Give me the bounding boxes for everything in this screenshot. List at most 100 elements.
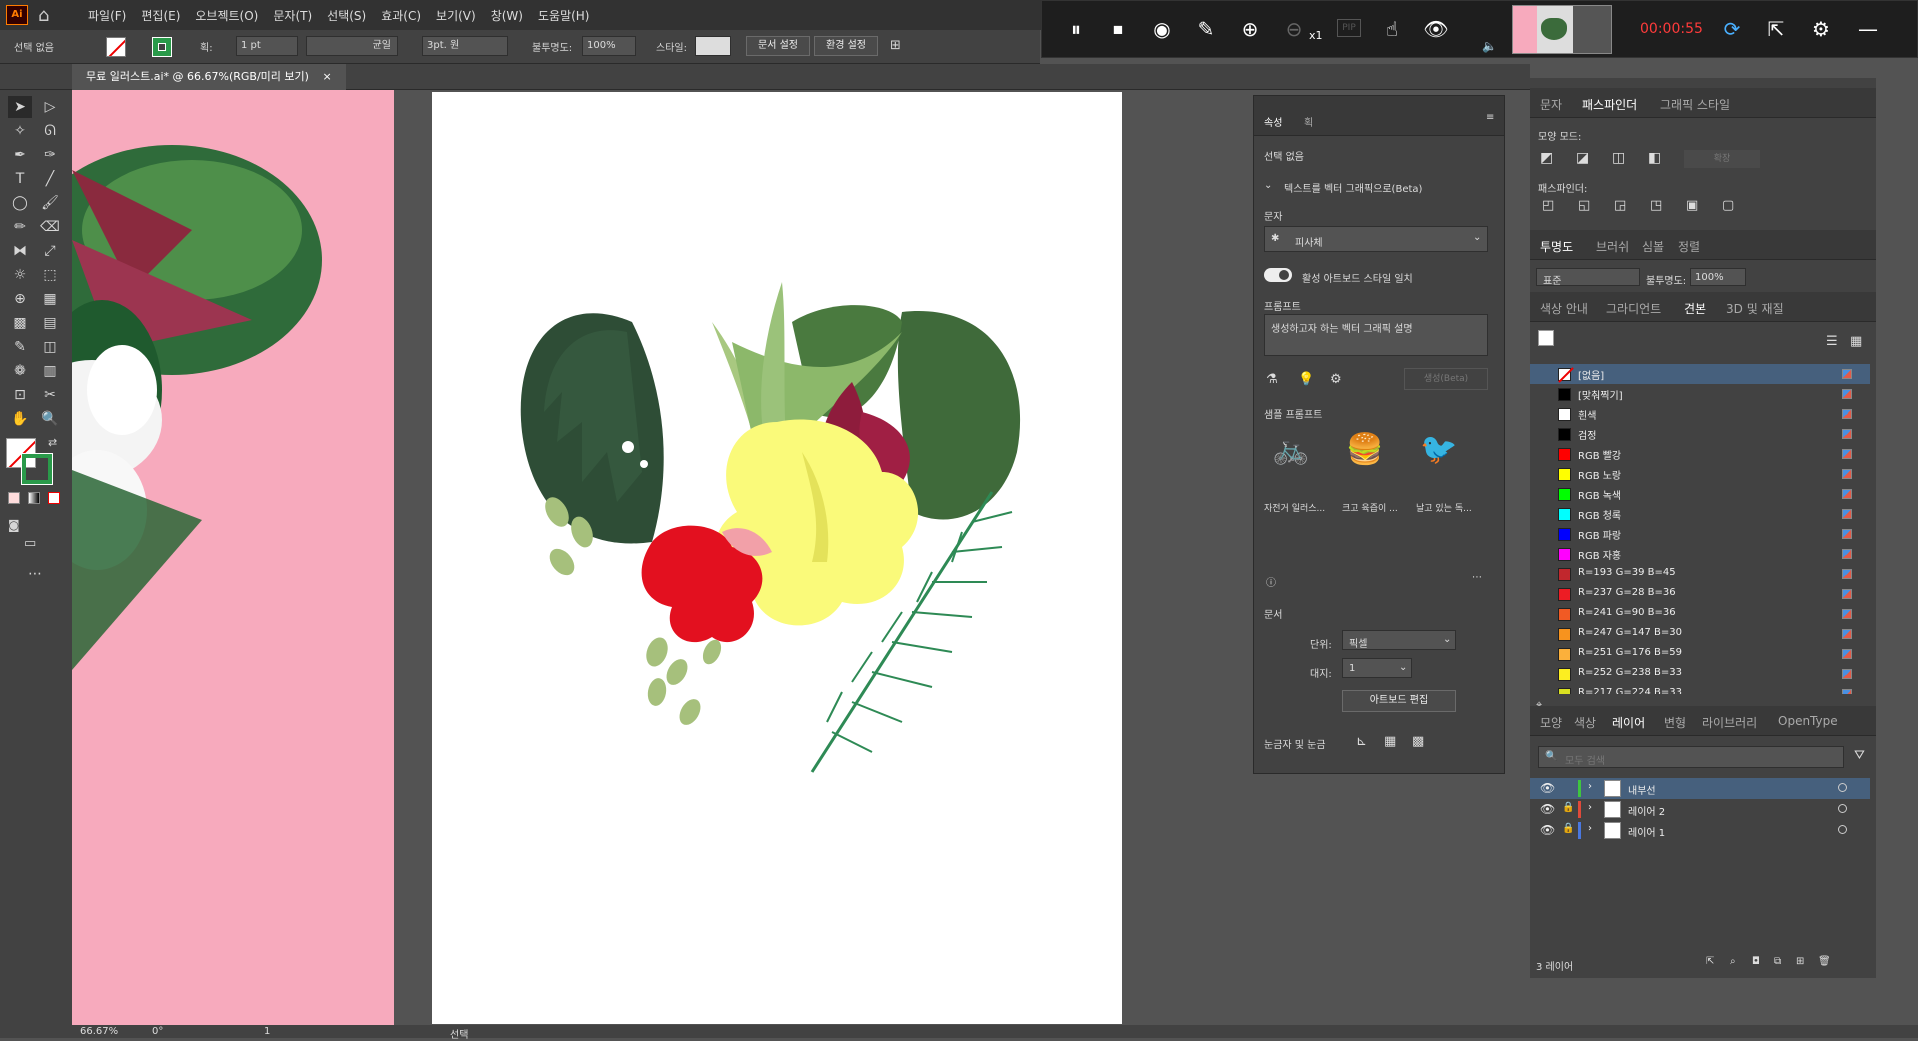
eraser-tool-icon[interactable]: ⌫ xyxy=(38,216,62,238)
eye-icon[interactable]: 👁 xyxy=(1540,823,1555,837)
artboard-select[interactable]: 1 ⌄ xyxy=(1342,658,1412,678)
line-tool-icon[interactable]: ╱ xyxy=(38,168,62,190)
target-circle-icon[interactable] xyxy=(1838,804,1847,813)
rotation[interactable]: 0° xyxy=(152,1026,163,1037)
swatch-row[interactable]: R=193 G=39 B=45 xyxy=(1530,564,1870,584)
ruler-icon[interactable]: ⊾ xyxy=(1356,734,1367,749)
fill-swatch[interactable] xyxy=(106,37,126,57)
prompt-input[interactable]: 생성하고자 하는 벡터 그래픽 설명 xyxy=(1264,314,1488,356)
unit-select[interactable]: 픽셀 ⌄ xyxy=(1342,630,1456,650)
expand-arrow-icon[interactable]: › xyxy=(1588,823,1592,834)
target-circle-icon[interactable] xyxy=(1838,783,1847,792)
none-mode-icon[interactable] xyxy=(48,492,60,504)
stop-icon[interactable]: ⏹ xyxy=(1104,15,1132,43)
tab-properties[interactable]: 속성 xyxy=(1264,114,1282,129)
pip-button[interactable]: PIP xyxy=(1337,19,1361,37)
menu-edit[interactable]: 편집(E) xyxy=(141,7,180,24)
tab-transparency[interactable]: 투명도 xyxy=(1540,238,1573,255)
direct-selection-tool-icon[interactable]: ▷ xyxy=(38,96,62,118)
menu-type[interactable]: 문자(T) xyxy=(273,7,312,24)
selection-tool-icon[interactable]: ➤ xyxy=(8,96,32,118)
paintbrush-tool-icon[interactable]: 🖌 xyxy=(38,192,62,214)
eyedropper-tool-icon[interactable]: ✎ xyxy=(8,336,32,358)
swatch-row[interactable]: [없음] xyxy=(1530,364,1870,384)
tab-color[interactable]: 색상 xyxy=(1574,714,1596,731)
tab-stroke[interactable]: 획 xyxy=(1304,114,1313,129)
speaker-icon[interactable]: 🔈 xyxy=(1482,39,1497,53)
lock-icon[interactable]: 🔒 xyxy=(1562,823,1574,834)
document-tab[interactable]: 무료 일러스트.ai* @ 66.67%(RGB/미리 보기) × xyxy=(72,64,346,90)
generate-button[interactable]: 생성(Beta) xyxy=(1404,368,1488,390)
draw-mode-icon[interactable]: ◙ xyxy=(8,518,20,532)
pause-icon[interactable]: ⏸ xyxy=(1062,15,1090,43)
swatch-row[interactable]: 검정 xyxy=(1530,424,1870,444)
expand-arrow-icon[interactable]: › xyxy=(1588,802,1592,813)
panel-menu-icon[interactable]: ≡ xyxy=(1486,112,1494,123)
menu-window[interactable]: 창(W) xyxy=(491,7,523,24)
gradient-mode-icon[interactable] xyxy=(28,492,40,504)
tab-3d-materials[interactable]: 3D 및 재질 xyxy=(1726,300,1784,317)
swatch-row[interactable]: RGB 자홍 xyxy=(1530,544,1870,564)
menu-effect[interactable]: 효과(C) xyxy=(381,7,421,24)
artboard[interactable] xyxy=(432,92,1122,1024)
schedule-icon[interactable]: ⟳ xyxy=(1718,15,1746,43)
layer-row[interactable]: 👁 › 내부선 xyxy=(1530,778,1870,799)
blend-tool-icon[interactable]: ◫ xyxy=(38,336,62,358)
more-icon[interactable]: ⋯ xyxy=(1472,572,1482,583)
scale-tool-icon[interactable]: ⤢ xyxy=(38,240,62,262)
intersect-icon[interactable]: ◫ xyxy=(1612,150,1625,166)
pencil-tool-icon[interactable]: ✏ xyxy=(8,216,32,238)
crop-icon[interactable]: ◳ xyxy=(1650,198,1662,213)
gradient-tool-icon[interactable]: ▤ xyxy=(38,312,62,334)
document-setup-button[interactable]: 문서 설정 xyxy=(746,36,810,56)
swatch-row[interactable]: R=241 G=90 B=36 xyxy=(1530,604,1870,624)
hand-tool-icon[interactable]: ✋ xyxy=(8,408,32,430)
menu-select[interactable]: 선택(S) xyxy=(327,7,366,24)
new-sublayer-icon[interactable]: ⧉ xyxy=(1774,956,1781,967)
tab-swatches[interactable]: 견본 xyxy=(1684,300,1706,317)
stroke-profile-select[interactable]: 균일 xyxy=(306,36,398,56)
symbol-sprayer-tool-icon[interactable]: ❁ xyxy=(8,360,32,382)
zoom-level[interactable]: 66.67% xyxy=(80,1026,118,1037)
swatch-row[interactable]: R=251 G=176 B=59 xyxy=(1530,644,1870,664)
tab-character[interactable]: 문자 xyxy=(1540,96,1562,113)
perspective-grid-tool-icon[interactable]: ▦ xyxy=(38,288,62,310)
gear-icon[interactable]: ⚙ xyxy=(1330,372,1342,387)
info-icon[interactable]: ⓘ xyxy=(1266,574,1276,589)
tab-opentype[interactable]: OpenType xyxy=(1778,714,1838,728)
tab-align[interactable]: 정렬 xyxy=(1678,238,1700,255)
layer-row[interactable]: 👁 🔒 › 레이어 1 xyxy=(1530,820,1870,841)
tab-color-guide[interactable]: 색상 안내 xyxy=(1540,300,1588,317)
eye-icon[interactable]: 👁 xyxy=(1540,802,1555,816)
column-graph-tool-icon[interactable]: ▥ xyxy=(38,360,62,382)
more-tools-icon[interactable]: ⋯ xyxy=(28,566,42,582)
screenshot-icon[interactable]: ◉ xyxy=(1148,15,1176,43)
collapse-chevron-icon[interactable]: ⌄ xyxy=(1264,180,1272,191)
export-icon[interactable]: ⇱ xyxy=(1762,15,1790,43)
tab-graphic-styles[interactable]: 그래픽 스타일 xyxy=(1660,96,1730,113)
zoom-out-icon[interactable]: ⊖ xyxy=(1280,15,1308,43)
menu-view[interactable]: 보기(V) xyxy=(436,7,476,24)
close-tab-icon[interactable]: × xyxy=(322,70,331,83)
reflect-tool-icon[interactable]: ⧓ xyxy=(8,240,32,262)
filter-icon[interactable]: ⛛ xyxy=(1854,748,1865,763)
zoom-in-icon[interactable]: ⊕ xyxy=(1236,15,1264,43)
color-mode-icon[interactable] xyxy=(8,492,20,504)
stroke-weight-input[interactable]: 1 pt xyxy=(236,36,298,56)
type-tool-icon[interactable]: T xyxy=(8,168,32,190)
expand-arrow-icon[interactable]: › xyxy=(1588,781,1592,792)
swatch-row[interactable]: R=252 G=238 B=33 xyxy=(1530,664,1870,684)
style-match-toggle[interactable] xyxy=(1264,268,1292,282)
swap-colors-icon[interactable]: ⇄ xyxy=(48,436,57,449)
tab-appearance[interactable]: 모양 xyxy=(1540,714,1562,731)
edit-artboard-button[interactable]: 아트보드 편집 xyxy=(1342,690,1456,712)
layer-row[interactable]: 👁 🔒 › 레이어 2 xyxy=(1530,799,1870,820)
curvature-tool-icon[interactable]: ✑ xyxy=(38,144,62,166)
exclude-icon[interactable]: ◧ xyxy=(1648,150,1661,166)
export-layer-icon[interactable]: ⇱ xyxy=(1706,956,1714,967)
lock-icon[interactable]: 🔒 xyxy=(1562,802,1574,813)
pen-tool-icon[interactable]: ✒ xyxy=(8,144,32,166)
grid-icon[interactable]: ▦ xyxy=(1384,734,1396,749)
menu-file[interactable]: 파일(F) xyxy=(88,7,126,24)
unite-icon[interactable]: ◩ xyxy=(1540,150,1553,166)
